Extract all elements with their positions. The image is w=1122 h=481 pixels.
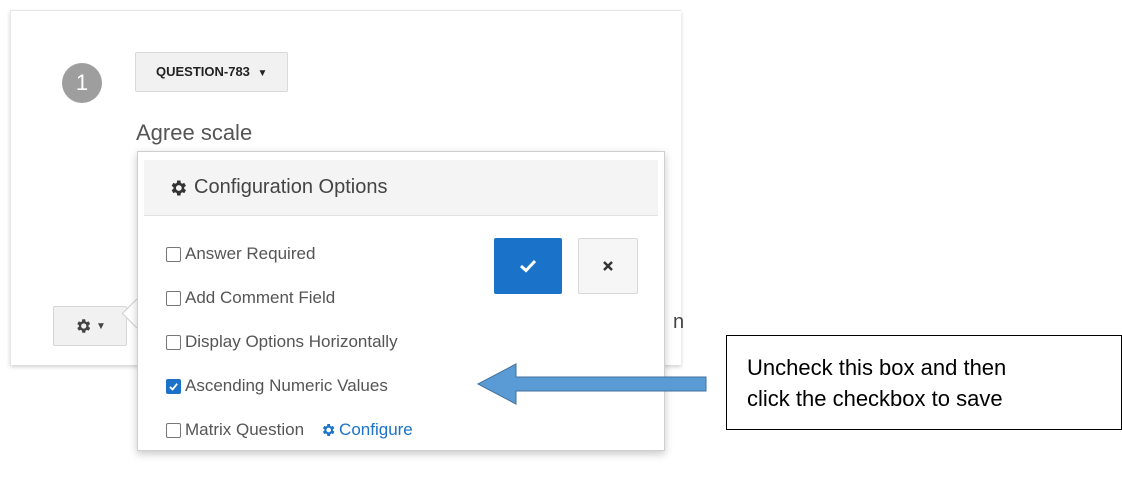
- add-comment-field-checkbox[interactable]: [166, 290, 181, 306]
- stage: 1 QUESTION-783 ▼ Agree scale ▼ n Configu…: [0, 0, 1122, 481]
- option-label: Matrix Question: [185, 420, 305, 439]
- option-label: Ascending Numeric Values: [185, 376, 388, 395]
- gear-icon: [171, 180, 186, 195]
- close-icon: [603, 261, 613, 271]
- ascending-numeric-values-checkbox[interactable]: [166, 378, 181, 394]
- configure-link[interactable]: Configure: [320, 420, 413, 440]
- save-button[interactable]: [494, 238, 562, 294]
- arrow-left-icon: [476, 363, 707, 405]
- configure-link-label: Configure: [339, 420, 413, 439]
- instruction-callout: Uncheck this box and then click the chec…: [726, 335, 1122, 430]
- popover-title: Configuration Options: [194, 176, 388, 198]
- cancel-button[interactable]: [578, 238, 638, 294]
- question-text: Agree scale: [136, 120, 253, 145]
- settings-dropdown-button[interactable]: ▼: [53, 306, 127, 346]
- option-display-horizontally[interactable]: Display Options Horizontally: [166, 330, 398, 354]
- option-label: Add Comment Field: [185, 288, 336, 307]
- option-label: Answer Required: [185, 244, 316, 263]
- check-icon: [169, 382, 178, 391]
- caret-down-icon: ▼: [96, 320, 106, 332]
- question-number-badge: 1: [62, 63, 102, 103]
- question-id-dropdown[interactable]: QUESTION-783 ▼: [135, 52, 289, 92]
- popover-header: Configuration Options: [144, 160, 658, 216]
- option-answer-required[interactable]: Answer Required: [166, 242, 315, 266]
- answer-required-checkbox[interactable]: [166, 246, 181, 262]
- option-add-comment-field[interactable]: Add Comment Field: [166, 286, 335, 310]
- callout-line-2: click the checkbox to save: [747, 386, 1003, 411]
- gear-icon: [322, 424, 335, 436]
- question-id-label: QUESTION-783: [156, 64, 250, 79]
- option-label: Display Options Horizontally: [185, 332, 398, 351]
- caret-down-icon: ▼: [257, 68, 268, 79]
- gear-icon: [77, 319, 91, 333]
- truncated-text: n: [673, 311, 685, 333]
- callout-line-1: Uncheck this box and then: [747, 355, 1007, 380]
- option-ascending-numeric-values[interactable]: Ascending Numeric Values: [166, 374, 388, 398]
- display-horizontally-checkbox[interactable]: [166, 334, 181, 350]
- check-icon: [519, 259, 537, 273]
- matrix-question-checkbox[interactable]: [166, 422, 181, 438]
- option-matrix-question[interactable]: Matrix Question Configure: [166, 418, 413, 442]
